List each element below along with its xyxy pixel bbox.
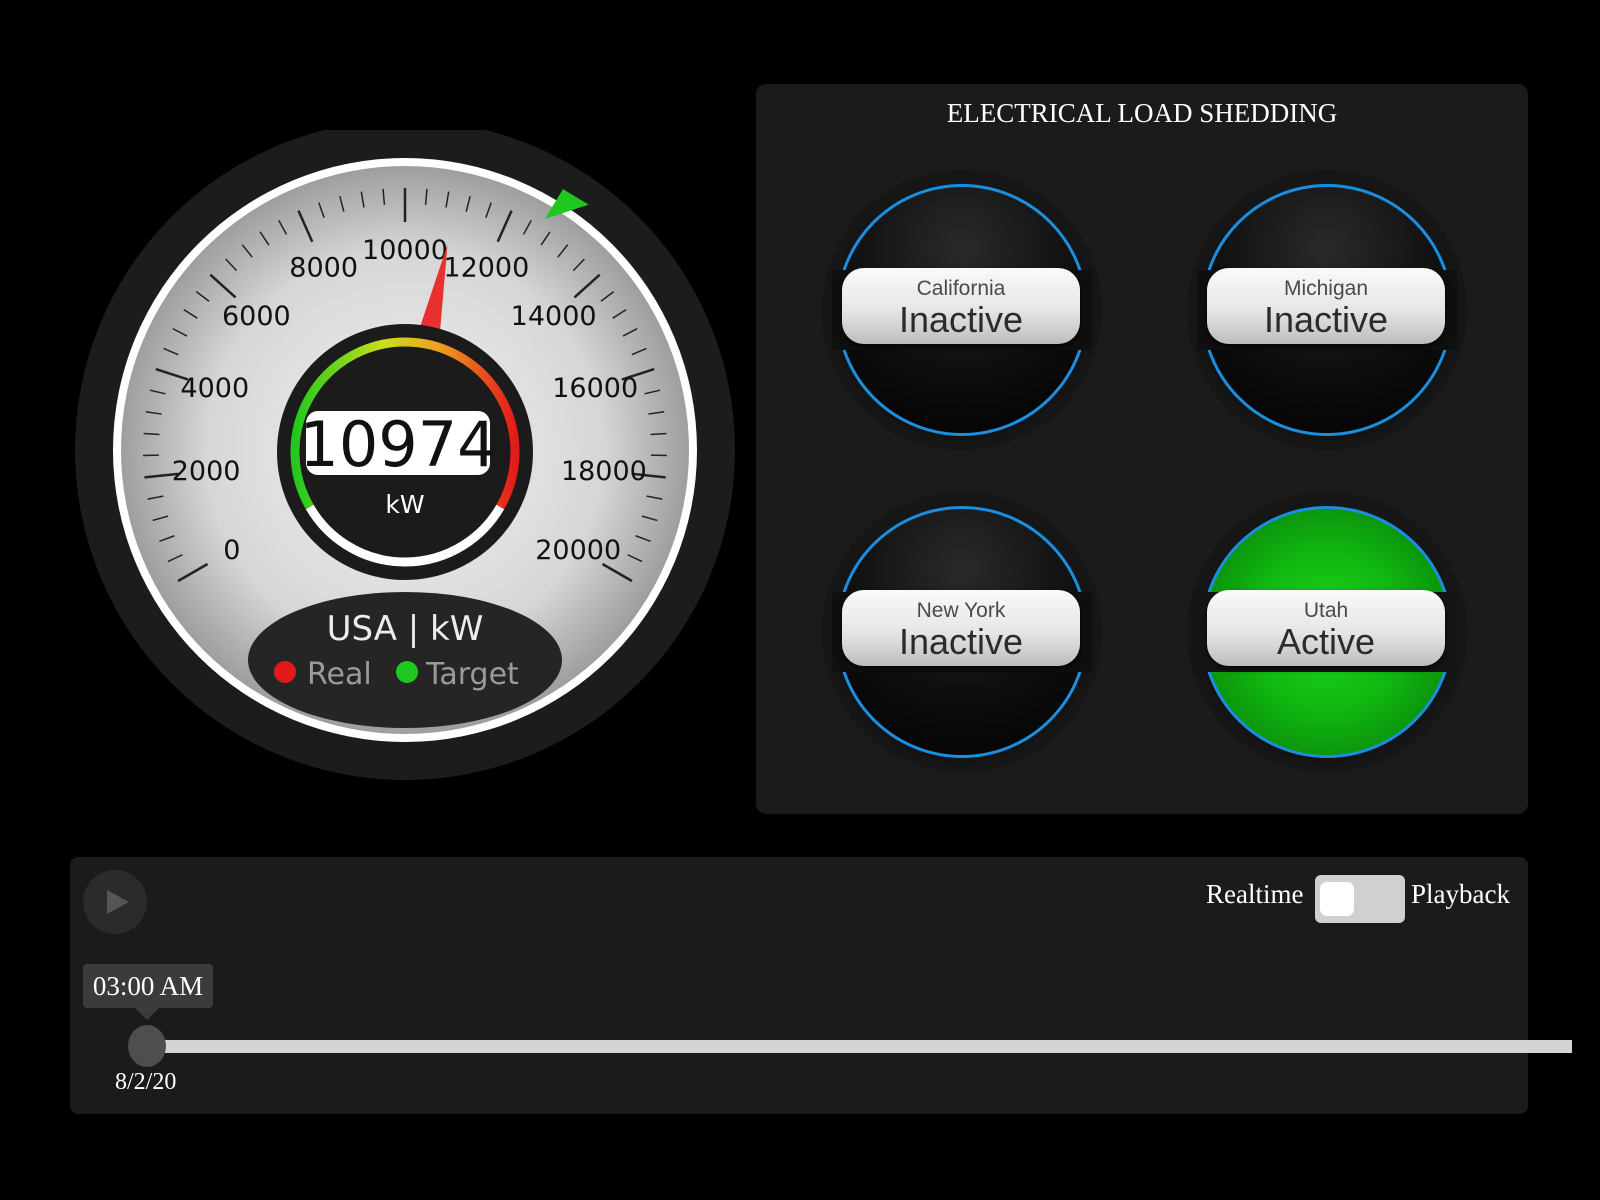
legend-target-label: Target bbox=[425, 657, 519, 692]
status-label: Active bbox=[1276, 621, 1376, 662]
timeline-track[interactable] bbox=[162, 1040, 1572, 1053]
status-plate: California Inactive bbox=[842, 268, 1080, 344]
legend-real-label: Real bbox=[307, 657, 372, 692]
region-label: Utah bbox=[1303, 599, 1349, 622]
status-light-california: California Inactive bbox=[822, 170, 1102, 450]
playback-controls: Realtime Playback 03:00 AM 8/2/20 bbox=[70, 857, 1572, 1114]
realtime-label: Realtime bbox=[1206, 879, 1304, 909]
status-light-utah: Utah Active bbox=[1187, 492, 1467, 772]
load-shedding-panel: ELECTRICAL LOAD SHEDDING California Inac… bbox=[756, 84, 1528, 814]
gauge-tick bbox=[143, 432, 160, 436]
gauge-tick-label: 2000 bbox=[172, 456, 241, 487]
gauge-caption: USA | kW bbox=[327, 609, 484, 649]
time-tooltip: 03:00 AM bbox=[83, 964, 213, 1020]
status-label: Inactive bbox=[898, 621, 1024, 662]
gauge-tick-label: 0 bbox=[223, 535, 240, 566]
play-button[interactable] bbox=[83, 870, 147, 934]
status-plate: Utah Active bbox=[1207, 590, 1445, 666]
start-date-label: 8/2/20 bbox=[115, 1069, 177, 1095]
gauge-tick-label: 18000 bbox=[561, 456, 647, 487]
status-plate: Michigan Inactive bbox=[1207, 268, 1445, 344]
gauge-reading: 10974 bbox=[299, 408, 496, 481]
gauge-tick-label: 4000 bbox=[180, 373, 249, 404]
gauge-unit: kW bbox=[385, 490, 424, 519]
gauge-tick bbox=[650, 432, 667, 436]
play-icon bbox=[107, 890, 129, 914]
panel-title: ELECTRICAL LOAD SHEDDING bbox=[946, 98, 1338, 128]
gauge-tick-label: 6000 bbox=[222, 301, 291, 332]
gauge-tick-label: 14000 bbox=[511, 301, 597, 332]
legend-real-dot bbox=[274, 661, 296, 683]
gauge-tick-label: 10000 bbox=[362, 235, 448, 266]
toggle-knob bbox=[1320, 882, 1354, 916]
status-light-michigan: Michigan Inactive bbox=[1187, 170, 1467, 450]
gauge-tick-label: 8000 bbox=[289, 252, 358, 283]
power-gauge: 0 2000 4000 6000 80001000012000 14000 16000 180… bbox=[75, 130, 735, 780]
status-plate: New York Inactive bbox=[842, 590, 1080, 666]
gauge-tick-label: 20000 bbox=[535, 535, 621, 566]
status-light-new-york: New York Inactive bbox=[822, 492, 1102, 772]
status-label: Inactive bbox=[898, 299, 1024, 340]
region-label: New York bbox=[916, 599, 1006, 622]
mode-toggle[interactable] bbox=[1315, 875, 1405, 923]
region-label: Michigan bbox=[1283, 277, 1369, 300]
gauge-tick-label: 16000 bbox=[552, 373, 638, 404]
gauge-tick-label: 12000 bbox=[443, 252, 529, 283]
timeline-thumb[interactable] bbox=[128, 1025, 166, 1067]
status-label: Inactive bbox=[1263, 299, 1389, 340]
region-label: California bbox=[916, 277, 1006, 300]
legend-target-dot bbox=[396, 661, 418, 683]
playback-label: Playback bbox=[1411, 879, 1510, 909]
